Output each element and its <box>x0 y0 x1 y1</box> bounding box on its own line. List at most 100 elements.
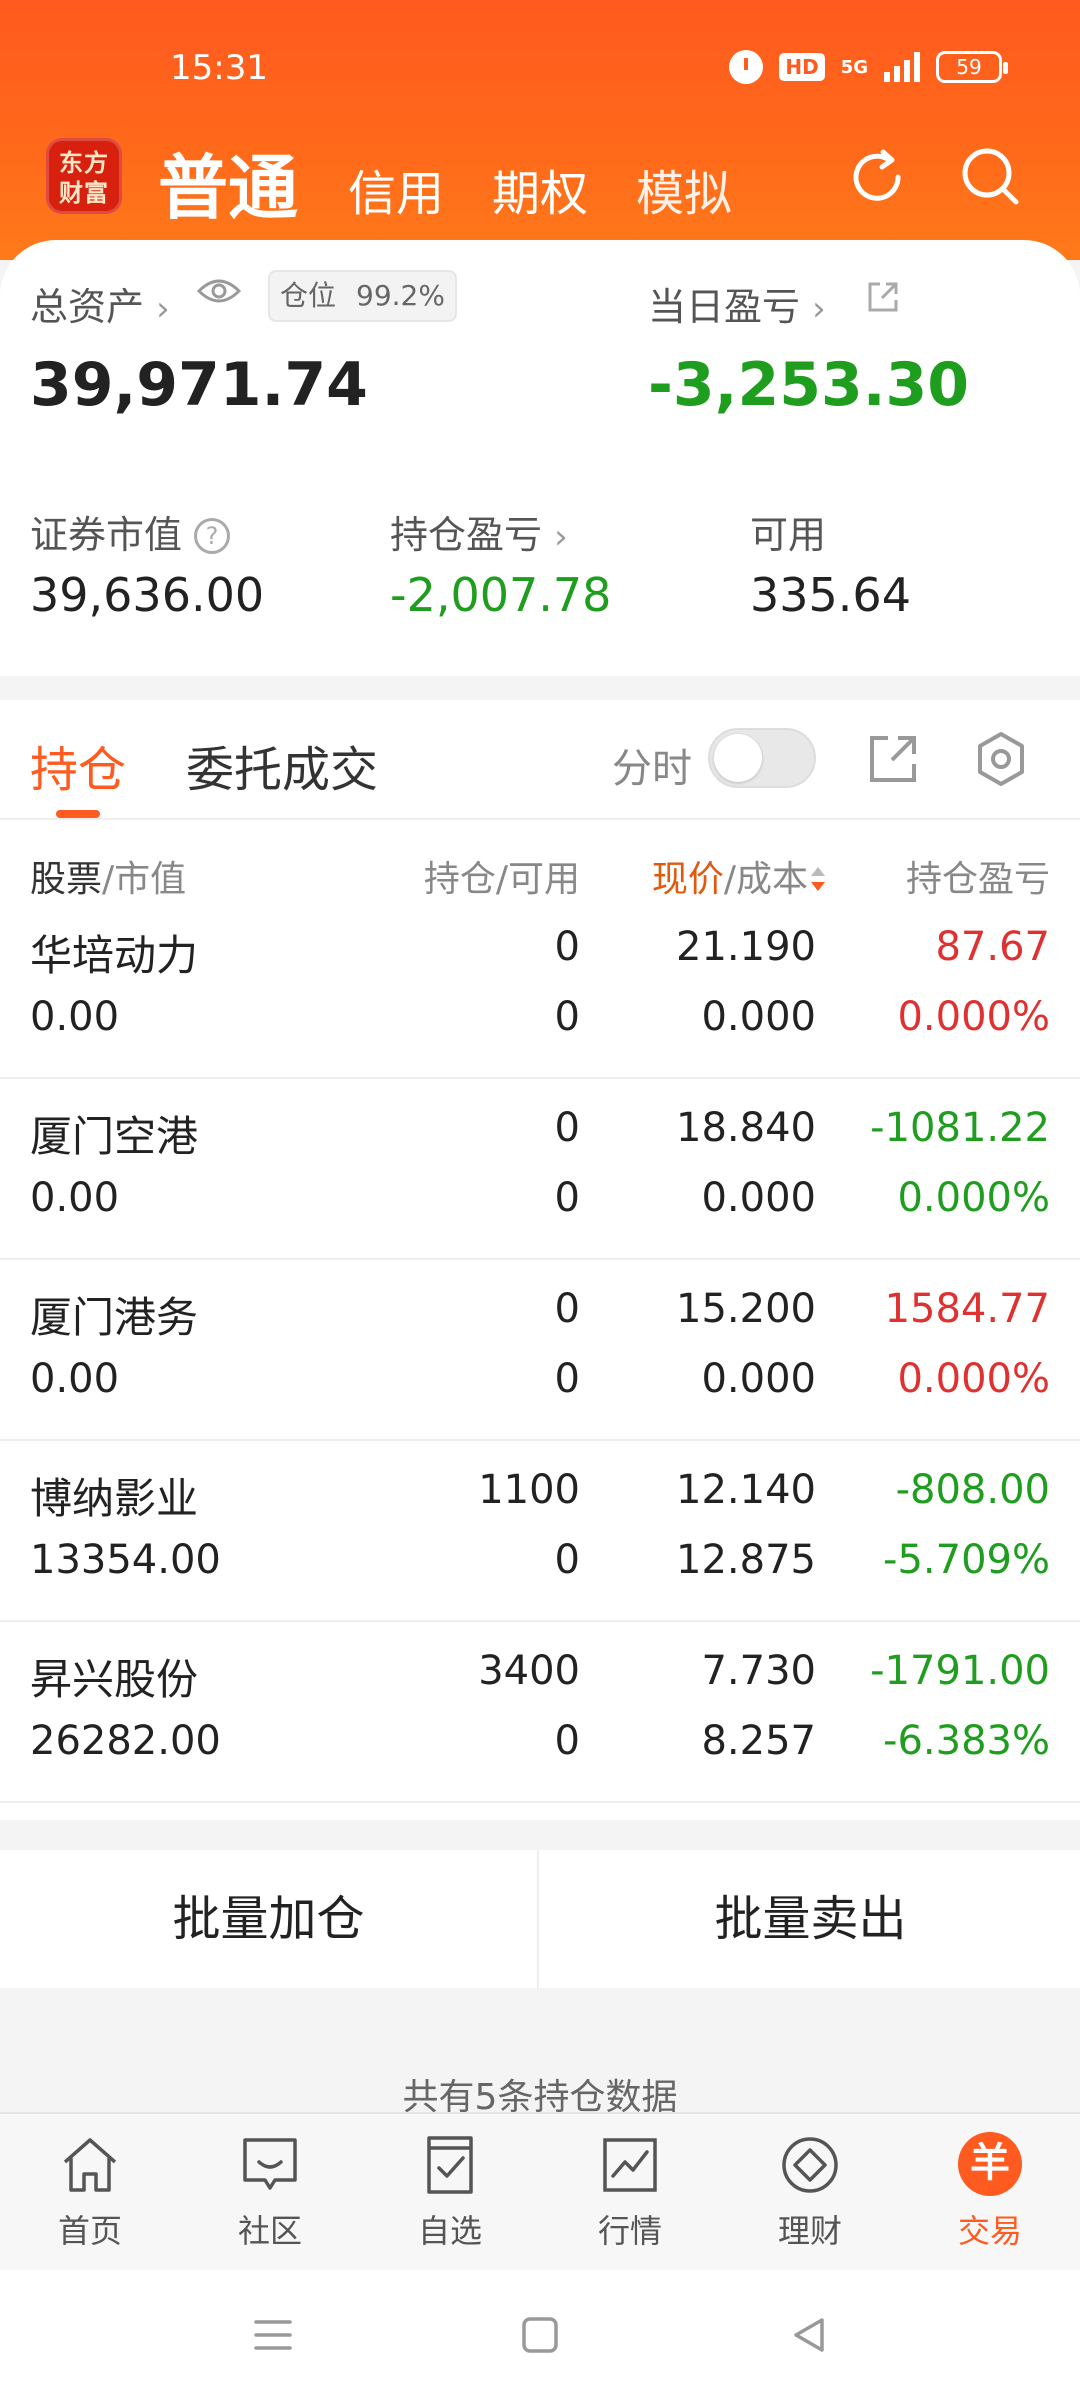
holding-qty: 3400 <box>478 1648 580 1694</box>
cost-price: 12.875 <box>676 1537 816 1583</box>
column-qty-header: 持仓/可用 <box>423 859 580 900</box>
batch-actions: 批量加仓 批量卖出 <box>0 1850 1080 1988</box>
tab-normal[interactable]: 普通 <box>158 132 298 233</box>
holding-pl-percent: -6.383% <box>883 1718 1050 1764</box>
available-qty: 0 <box>554 1356 580 1402</box>
app-logo[interactable]: 东方 财富 <box>46 138 122 214</box>
network-type: 5G <box>840 56 868 78</box>
holding-pl: -1081.22 <box>870 1105 1050 1151</box>
share-icon[interactable] <box>864 730 922 788</box>
app-header: 15:31 HD 5G 59 东方 财富 普通 信用 期权 模拟 <box>0 0 1080 260</box>
tab-options[interactable]: 期权 <box>492 154 588 224</box>
trade-icon: 羊 <box>958 2132 1022 2196</box>
table-row[interactable]: 厦门空港 0.00 0 0 18.840 0.000 -1081.22 0.000% <box>0 1079 1080 1260</box>
holding-pl: 1584.77 <box>884 1286 1050 1332</box>
column-price-header[interactable]: 现价/成本 <box>652 850 826 902</box>
tab-simulation[interactable]: 模拟 <box>636 154 732 224</box>
active-tab-indicator <box>56 810 100 818</box>
search-icon[interactable] <box>956 142 1026 212</box>
available-value: 335.64 <box>750 568 911 622</box>
tab-positions[interactable]: 持仓 <box>30 730 126 800</box>
market-value: 39,636.00 <box>30 568 265 622</box>
holding-pl: -1791.00 <box>870 1648 1050 1694</box>
batch-add-button[interactable]: 批量加仓 <box>0 1850 539 1988</box>
hd-icon: HD <box>779 53 825 81</box>
holding-qty: 0 <box>554 924 580 970</box>
holding-pl-percent: 0.000% <box>897 1356 1050 1402</box>
battery-icon: 59 <box>936 51 1008 83</box>
cost-price: 0.000 <box>701 994 816 1040</box>
gear-icon[interactable] <box>972 730 1030 788</box>
current-price: 12.140 <box>676 1467 816 1513</box>
day-pl-link[interactable]: 当日盈亏 › <box>648 276 826 331</box>
tab-credit[interactable]: 信用 <box>348 154 444 224</box>
home-nav-icon[interactable] <box>517 2312 563 2358</box>
bottom-tab-bar: 首页 社区 自选 行情 理财 羊 交易 <box>0 2112 1080 2270</box>
current-price: 18.840 <box>676 1105 816 1151</box>
status-time: 15:31 <box>170 48 268 88</box>
help-icon[interactable]: ? <box>194 518 231 554</box>
position-ratio-badge: 仓位 99.2% <box>268 270 457 322</box>
current-price: 21.190 <box>676 924 816 970</box>
wealth-icon <box>782 2137 838 2193</box>
watchlist-icon <box>427 2136 473 2194</box>
stock-name: 厦门空港 <box>30 1112 199 1161</box>
holding-qty: 0 <box>554 1105 580 1151</box>
stock-name: 厦门港务 <box>30 1293 199 1342</box>
column-pl-header: 持仓盈亏 <box>905 859 1050 900</box>
tab-trade[interactable]: 羊 交易 <box>900 2132 1080 2262</box>
tab-orders[interactable]: 委托成交 <box>186 730 378 800</box>
signal-icon <box>884 52 920 82</box>
chevron-right-icon: › <box>812 289 826 329</box>
table-row[interactable]: 华培动力 0.00 0 0 21.190 0.000 87.67 0.000% <box>0 898 1080 1079</box>
market-value: 26282.00 <box>30 1718 221 1764</box>
current-price: 7.730 <box>701 1648 816 1694</box>
table-row[interactable]: 厦门港务 0.00 0 0 15.200 0.000 1584.77 0.000% <box>0 1260 1080 1441</box>
tab-wealth[interactable]: 理财 <box>720 2132 900 2262</box>
back-icon[interactable] <box>786 2312 832 2358</box>
status-icons: HD 5G 59 <box>729 50 1008 84</box>
holding-pl-percent: -5.709% <box>883 1537 1050 1583</box>
community-icon <box>243 2138 297 2190</box>
batch-sell-button[interactable]: 批量卖出 <box>541 1850 1080 1988</box>
day-pl-value: -3,253.30 <box>648 350 969 420</box>
holding-qty: 1100 <box>478 1467 580 1513</box>
total-assets-value: 39,971.74 <box>30 350 368 420</box>
table-row[interactable]: 博纳影业 13354.00 1100 0 12.140 12.875 -808.00 -5.7… <box>0 1441 1080 1622</box>
stock-name: 昇兴股份 <box>30 1655 199 1704</box>
tab-home[interactable]: 首页 <box>0 2132 180 2262</box>
holding-pl-percent: 0.000% <box>897 994 1050 1040</box>
market-value: 0.00 <box>30 1356 120 1402</box>
holding-pl-link[interactable]: 持仓盈亏 › <box>390 504 568 559</box>
status-bar: 15:31 HD 5G 59 <box>0 0 1080 130</box>
sort-icon <box>810 865 826 895</box>
cost-price: 8.257 <box>701 1718 816 1764</box>
stock-name: 华培动力 <box>30 931 199 980</box>
available-label: 可用 <box>750 513 827 557</box>
current-price: 15.200 <box>676 1286 816 1332</box>
market-value: 13354.00 <box>30 1537 221 1583</box>
available-qty: 0 <box>554 1175 580 1221</box>
cost-price: 0.000 <box>701 1175 816 1221</box>
tab-community[interactable]: 社区 <box>180 2132 360 2262</box>
intraday-toggle[interactable] <box>708 728 816 788</box>
table-row[interactable]: 昇兴股份 26282.00 3400 0 7.730 8.257 -1791.00 -6.38… <box>0 1622 1080 1803</box>
eye-icon[interactable] <box>196 276 242 306</box>
system-nav-bar <box>0 2270 1080 2400</box>
stock-name: 博纳影业 <box>30 1474 199 1523</box>
market-value: 0.00 <box>30 1175 120 1221</box>
market-value: 0.00 <box>30 994 120 1040</box>
refresh-icon[interactable] <box>842 142 912 212</box>
home-icon <box>63 2138 117 2192</box>
chevron-right-icon: › <box>554 517 568 557</box>
menu-icon[interactable] <box>250 2312 296 2358</box>
tab-watchlist[interactable]: 自选 <box>360 2132 540 2262</box>
total-assets-link[interactable]: 总资产 › <box>30 276 170 331</box>
external-link-icon[interactable] <box>866 280 900 314</box>
holding-pl: 87.67 <box>935 924 1050 970</box>
asset-summary-card: 总资产 › 仓位 99.2% 当日盈亏 › 39,971.74 -3,253.30… <box>0 240 1080 676</box>
holding-qty: 0 <box>554 1286 580 1332</box>
account-nav: 东方 财富 普通 信用 期权 模拟 <box>0 132 1080 242</box>
column-stock-header: 股票/市值 <box>30 859 187 900</box>
tab-market[interactable]: 行情 <box>540 2132 720 2262</box>
